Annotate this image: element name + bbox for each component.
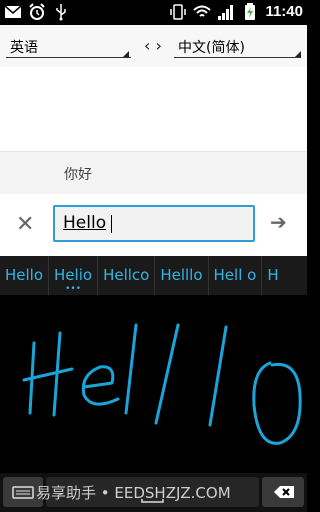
suggestion-bar: Hello Helio ••• Hellco Helllo Hell o H <box>0 256 307 295</box>
suggestion-item[interactable]: Helllo <box>155 256 209 295</box>
language-bar: 英语 ‹ › 中文(简体) <box>0 25 307 68</box>
source-dropdown-arrow-icon <box>123 51 129 57</box>
suggestion-label: Hellco <box>103 266 150 284</box>
suggestion-label: Helllo <box>160 266 203 284</box>
translate-arrow-icon[interactable]: ➔ <box>270 210 287 234</box>
text-input-field[interactable]: Hello <box>53 205 255 242</box>
vibrate-icon <box>170 4 187 20</box>
watermark-text: 易享助手 • EEDSHZJZ.COM <box>36 484 231 502</box>
handwriting-strokes <box>22 323 302 445</box>
suggestion-item[interactable]: Helio ••• <box>49 256 99 295</box>
clear-icon[interactable]: ✕ <box>16 212 34 237</box>
battery-charging-icon <box>245 3 256 20</box>
wifi-icon <box>193 5 212 17</box>
suggestion-item[interactable]: H <box>262 256 283 295</box>
target-dropdown-arrow-icon <box>295 51 301 57</box>
backspace-button[interactable] <box>262 477 304 507</box>
target-language-selector[interactable]: 中文(简体) <box>178 37 245 57</box>
ink-stroke <box>124 323 138 415</box>
status-bar: 11:40 <box>0 0 307 25</box>
gmail-icon <box>4 5 22 18</box>
ink-stroke <box>208 325 228 427</box>
suggestion-label: H <box>267 266 279 284</box>
source-language-underline <box>6 57 131 58</box>
signal-icon <box>218 5 234 20</box>
alarm-icon <box>29 3 45 20</box>
target-language-underline <box>174 57 301 58</box>
text-input-value: Hello <box>63 213 107 233</box>
text-cursor <box>111 215 112 233</box>
backspace-icon <box>274 486 294 498</box>
ink-stroke <box>81 365 120 406</box>
translation-result-row[interactable]: 你好 <box>0 151 307 196</box>
translation-input-area[interactable] <box>0 67 307 151</box>
suggestion-label: Helio <box>54 266 93 284</box>
suggestion-item[interactable]: Hello <box>0 256 50 295</box>
handwriting-canvas[interactable] <box>0 295 307 473</box>
edit-row: ✕ Hello ➔ <box>0 194 307 256</box>
clock-time: 11:40 <box>265 3 303 20</box>
suggestion-item[interactable]: Hellco <box>98 256 156 295</box>
swap-languages-button[interactable]: ‹ › <box>144 36 162 55</box>
ink-stroke <box>252 361 302 445</box>
suggestion-label: Hello <box>5 266 44 284</box>
suggestion-label: Hell o <box>213 266 257 284</box>
ink-stroke <box>154 323 180 425</box>
suggestion-item[interactable]: Hell o <box>209 256 263 295</box>
source-language-selector[interactable]: 英语 <box>10 37 38 57</box>
suggestion-more-dots: ••• <box>65 284 82 294</box>
usb-icon <box>56 4 66 21</box>
translation-result-text: 你好 <box>64 167 92 183</box>
